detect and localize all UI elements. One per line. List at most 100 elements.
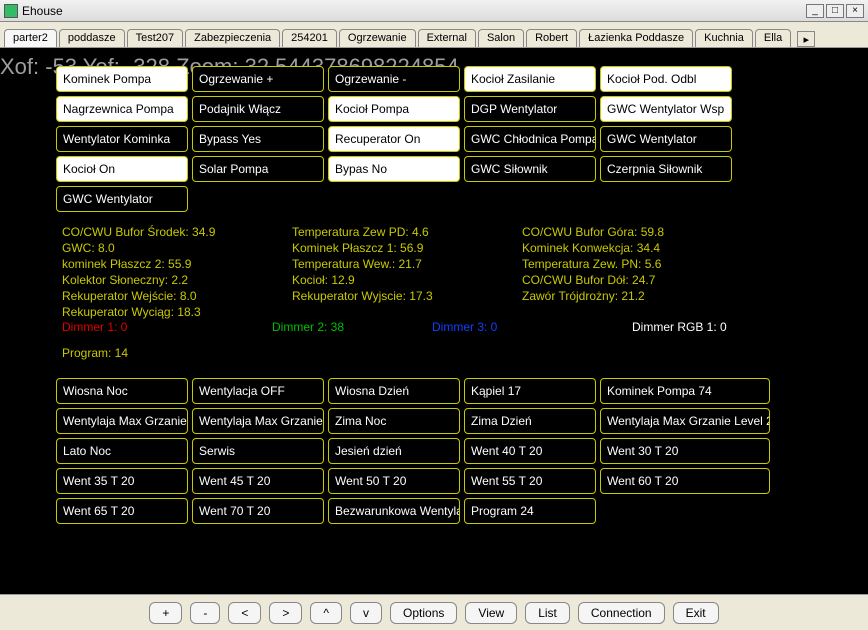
program-18[interactable]: Went 55 T 20 bbox=[464, 468, 596, 494]
sensor-value: Kolektor Słoneczny: 2.2 bbox=[62, 272, 272, 288]
nav-v[interactable]: v bbox=[350, 602, 382, 624]
program-21[interactable]: Went 70 T 20 bbox=[192, 498, 324, 524]
sensor-value: Kominek Konwekcja: 34.4 bbox=[522, 240, 732, 256]
tab-salon[interactable]: Salon bbox=[478, 29, 524, 47]
program-16[interactable]: Went 45 T 20 bbox=[192, 468, 324, 494]
tab-kuchnia[interactable]: Kuchnia bbox=[695, 29, 753, 47]
close-button[interactable]: × bbox=[846, 4, 864, 18]
sensor-value: Temperatura Zew. PN: 5.6 bbox=[522, 256, 732, 272]
sensor-value: CO/CWU Bufor Góra: 59.8 bbox=[522, 224, 732, 240]
output-19[interactable]: Czerpnia Siłownik bbox=[600, 156, 732, 182]
program-label: Program: 14 bbox=[62, 346, 128, 360]
exit-button[interactable]: Exit bbox=[673, 602, 719, 624]
program-14[interactable]: Went 30 T 20 bbox=[600, 438, 770, 464]
program-10[interactable]: Lato Noc bbox=[56, 438, 188, 464]
nav-^[interactable]: ^ bbox=[310, 602, 342, 624]
program-1[interactable]: Wentylacja OFF bbox=[192, 378, 324, 404]
program-7[interactable]: Zima Noc bbox=[328, 408, 460, 434]
sensor-value: Zawór Trójdrożny: 21.2 bbox=[522, 288, 732, 304]
program-0[interactable]: Wiosna Noc bbox=[56, 378, 188, 404]
program-11[interactable]: Serwis bbox=[192, 438, 324, 464]
program-22[interactable]: Bezwarunkowa Wentyla bbox=[328, 498, 460, 524]
output-3[interactable]: Kocioł Zasilanie bbox=[464, 66, 596, 92]
dimmer-2: Dimmer 3: 0 bbox=[432, 320, 632, 334]
window-title: Ehouse bbox=[22, 4, 806, 18]
program-6[interactable]: Wentylaja Max Grzanie L bbox=[192, 408, 324, 434]
tab-poddasze[interactable]: poddasze bbox=[59, 29, 125, 47]
tab--azienka-poddasze[interactable]: Łazienka Poddasze bbox=[579, 29, 693, 47]
output-4[interactable]: Kocioł Pod. Odbl bbox=[600, 66, 732, 92]
program-9[interactable]: Wentylaja Max Grzanie Level 2 bbox=[600, 408, 770, 434]
tab-scroll-right[interactable]: ▸ bbox=[797, 31, 815, 47]
output-7[interactable]: Kocioł Pompa bbox=[328, 96, 460, 122]
nav-+[interactable]: + bbox=[149, 602, 182, 624]
programs-grid: Wiosna NocWentylacja OFFWiosna DzieńKąpi… bbox=[56, 378, 770, 524]
sensor-col3: CO/CWU Bufor Góra: 59.8Kominek Konwekcja… bbox=[522, 224, 732, 320]
options-button[interactable]: Options bbox=[390, 602, 457, 624]
output-12[interactable]: Recuperator On bbox=[328, 126, 460, 152]
bottom-toolbar: +-< > ^ v Options View List Connection Exit bbox=[0, 594, 868, 630]
sensor-value: Temperatura Wew.: 21.7 bbox=[292, 256, 502, 272]
tab-ogrzewanie[interactable]: Ogrzewanie bbox=[339, 29, 416, 47]
program-19[interactable]: Went 60 T 20 bbox=[600, 468, 770, 494]
output-16[interactable]: Solar Pompa bbox=[192, 156, 324, 182]
dimmer-3: Dimmer RGB 1: 0 bbox=[632, 320, 727, 334]
sensor-value: Kocioł: 12.9 bbox=[292, 272, 502, 288]
dimmer-1: Dimmer 2: 38 bbox=[272, 320, 432, 334]
program-17[interactable]: Went 50 T 20 bbox=[328, 468, 460, 494]
output-17[interactable]: Bypas No bbox=[328, 156, 460, 182]
tab-zabezpieczenia[interactable]: Zabezpieczenia bbox=[185, 29, 280, 47]
sensor-value: GWC: 8.0 bbox=[62, 240, 272, 256]
program-23[interactable]: Program 24 bbox=[464, 498, 596, 524]
outputs-grid: Kominek PompaOgrzewanie +Ogrzewanie -Koc… bbox=[56, 66, 732, 212]
maximize-button[interactable]: □ bbox=[826, 4, 844, 18]
program-12[interactable]: Jesień dzień bbox=[328, 438, 460, 464]
output-13[interactable]: GWC Chłodnica Pompa bbox=[464, 126, 596, 152]
sensor-col2: Temperatura Zew PD: 4.6Kominek Płaszcz 1… bbox=[292, 224, 502, 320]
program-3[interactable]: Kąpiel 17 bbox=[464, 378, 596, 404]
program-13[interactable]: Went 40 T 20 bbox=[464, 438, 596, 464]
tab-ella[interactable]: Ella bbox=[755, 29, 791, 47]
app-icon bbox=[4, 4, 18, 18]
sensor-value: CO/CWU Bufor Środek: 34.9 bbox=[62, 224, 272, 240]
program-20[interactable]: Went 65 T 20 bbox=[56, 498, 188, 524]
output-0[interactable]: Kominek Pompa bbox=[56, 66, 188, 92]
tab-254201[interactable]: 254201 bbox=[282, 29, 337, 47]
output-2[interactable]: Ogrzewanie - bbox=[328, 66, 460, 92]
output-8[interactable]: DGP Wentylator bbox=[464, 96, 596, 122]
tab-robert[interactable]: Robert bbox=[526, 29, 577, 47]
program-8[interactable]: Zima Dzień bbox=[464, 408, 596, 434]
output-6[interactable]: Podajnik Włącz bbox=[192, 96, 324, 122]
output-9[interactable]: GWC Wentylator Wsp bbox=[600, 96, 732, 122]
connection-button[interactable]: Connection bbox=[578, 602, 665, 624]
view-button[interactable]: View bbox=[465, 602, 517, 624]
nav--[interactable]: - bbox=[190, 602, 220, 624]
output-15[interactable]: Kocioł On bbox=[56, 156, 188, 182]
program-15[interactable]: Went 35 T 20 bbox=[56, 468, 188, 494]
sensor-value: kominek Płaszcz 2: 55.9 bbox=[62, 256, 272, 272]
dimmer-0: Dimmer 1: 0 bbox=[62, 320, 272, 334]
minimize-button[interactable]: _ bbox=[806, 4, 824, 18]
dimmer-row: Dimmer 1: 0Dimmer 2: 38Dimmer 3: 0Dimmer… bbox=[62, 320, 822, 334]
output-20[interactable]: GWC Wentylator bbox=[56, 186, 188, 212]
canvas: Xof: -53 Yof: -328 Zoom: 32.544378698224… bbox=[0, 48, 868, 594]
nav->[interactable]: > bbox=[269, 602, 302, 624]
sensor-value: Kominek Płaszcz 1: 56.9 bbox=[292, 240, 502, 256]
sensor-value: Rekuperator Wejście: 8.0 bbox=[62, 288, 272, 304]
output-1[interactable]: Ogrzewanie + bbox=[192, 66, 324, 92]
sensor-value: Rekuperator Wyciąg: 18.3 bbox=[62, 304, 272, 320]
output-5[interactable]: Nagrzewnica Pompa bbox=[56, 96, 188, 122]
tab-parter2[interactable]: parter2 bbox=[4, 29, 57, 47]
output-11[interactable]: Bypass Yes bbox=[192, 126, 324, 152]
output-18[interactable]: GWC Siłownik bbox=[464, 156, 596, 182]
output-10[interactable]: Wentylator Kominka bbox=[56, 126, 188, 152]
program-2[interactable]: Wiosna Dzień bbox=[328, 378, 460, 404]
window-buttons: _ □ × bbox=[806, 4, 864, 18]
tab-test207[interactable]: Test207 bbox=[127, 29, 184, 47]
nav-<[interactable]: < bbox=[228, 602, 261, 624]
output-14[interactable]: GWC Wentylator bbox=[600, 126, 732, 152]
list-button[interactable]: List bbox=[525, 602, 570, 624]
program-4[interactable]: Kominek Pompa 74 bbox=[600, 378, 770, 404]
tab-external[interactable]: External bbox=[418, 29, 476, 47]
program-5[interactable]: Wentylaja Max Grzanie bbox=[56, 408, 188, 434]
